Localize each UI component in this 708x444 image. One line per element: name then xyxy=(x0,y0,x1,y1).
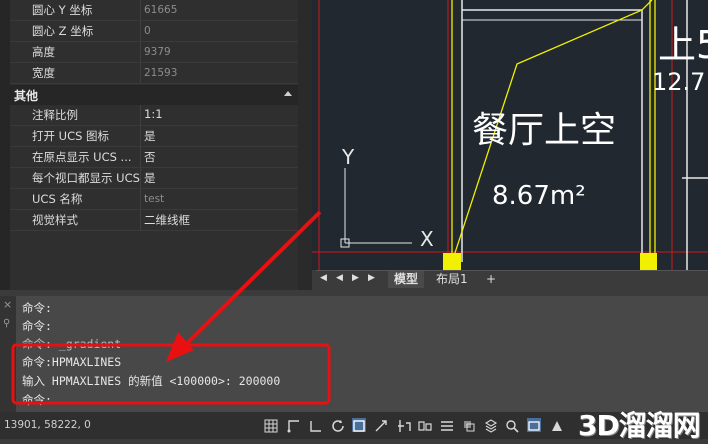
dyn-icon[interactable] xyxy=(418,418,432,432)
coordinates-readout: 13901, 58222, 0 xyxy=(4,419,91,431)
watermark-logo: 3D溜溜网 xyxy=(578,409,701,442)
annotation-overlay xyxy=(11,210,331,405)
ortho-icon[interactable] xyxy=(309,418,323,432)
transparency-icon[interactable] xyxy=(462,418,476,432)
otrack-icon[interactable] xyxy=(374,418,388,432)
3d-osnap-icon[interactable] xyxy=(505,418,519,433)
annotation-arrow-line xyxy=(178,210,322,352)
annotation-arrow-head xyxy=(166,332,194,362)
workspace-icon[interactable] xyxy=(550,418,564,432)
osnap-icon[interactable] xyxy=(352,418,366,432)
selection-cycling-icon[interactable] xyxy=(484,418,498,433)
annotation-icon[interactable] xyxy=(527,418,541,432)
snap-icon[interactable] xyxy=(287,418,301,433)
polar-icon[interactable] xyxy=(331,418,345,432)
ducs-icon[interactable] xyxy=(397,418,411,432)
lineweight-icon[interactable] xyxy=(440,418,454,432)
grid-icon[interactable] xyxy=(264,418,278,433)
